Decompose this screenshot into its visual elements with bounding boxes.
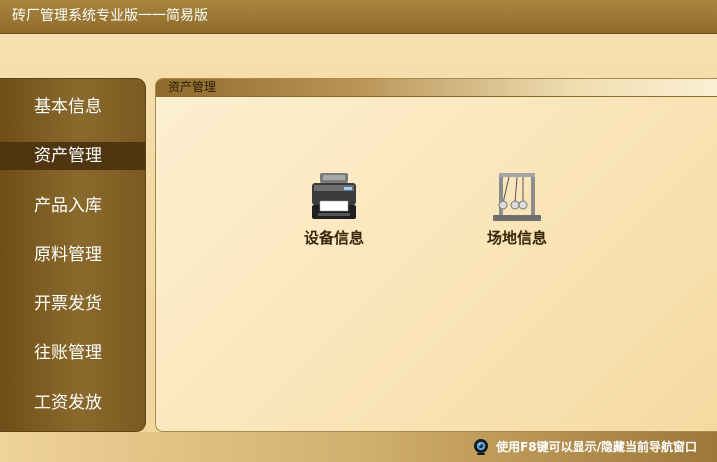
status-tip: 使用F8键可以显示/隐藏当前导航窗口 [472, 437, 697, 457]
status-tip-text: 使用F8键可以显示/隐藏当前导航窗口 [496, 440, 697, 454]
newtons-cradle-icon [493, 173, 541, 221]
printer-icon [312, 173, 356, 219]
sidebar: 基本信息 资产管理 产品入库 原料管理 开票发货 往账管理 工资发放 [0, 78, 146, 432]
panel-title: 资产管理 [168, 80, 217, 94]
tile-label: 设备信息 [303, 229, 364, 247]
equipment-info-tile[interactable]: 设备信息 [289, 169, 379, 247]
site-info-tile[interactable]: 场地信息 [472, 169, 562, 247]
sidebar-item-payroll[interactable]: 工资发放 [0, 389, 145, 417]
sidebar-item-product-storage[interactable]: 产品入库 [0, 192, 145, 220]
content-panel: 资产管理 设备信息 场地信息 [155, 78, 717, 432]
tile-label: 场地信息 [486, 229, 547, 247]
panel-header: 资产管理 [156, 79, 717, 97]
title-bar: 砖厂管理系统专业版一一简易版 [0, 0, 717, 34]
window-title: 砖厂管理系统专业版一一简易版 [12, 8, 208, 24]
sidebar-item-basic-info[interactable]: 基本信息 [0, 93, 145, 121]
sidebar-item-invoicing-shipping[interactable]: 开票发货 [0, 290, 145, 318]
webcam-icon [474, 439, 489, 455]
sidebar-item-accounts[interactable]: 往账管理 [0, 339, 145, 367]
sidebar-item-material-management[interactable]: 原料管理 [0, 241, 145, 269]
sidebar-item-asset-management[interactable]: 资产管理 [0, 142, 145, 170]
